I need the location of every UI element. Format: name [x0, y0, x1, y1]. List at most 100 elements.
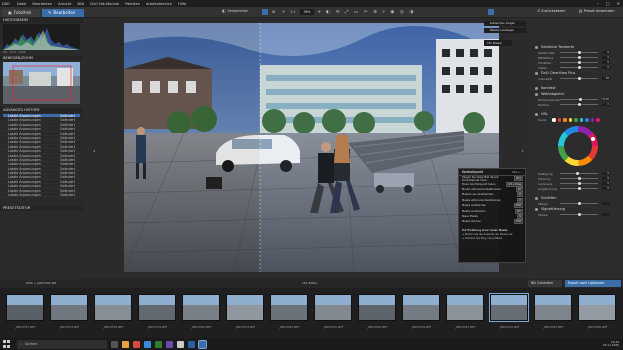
hsl-swatch[interactable] — [557, 118, 561, 122]
slider-track[interactable] — [560, 182, 598, 185]
clock[interactable]: 19:34 02.11.2020 — [603, 340, 619, 348]
slider-track[interactable] — [560, 61, 598, 64]
slider-track[interactable] — [560, 177, 598, 180]
slider-knob[interactable] — [577, 182, 581, 185]
slider-knob[interactable] — [577, 177, 581, 180]
browser-icon[interactable] — [144, 340, 151, 348]
mask-layers-toggle[interactable]: Masken anzeigen — [484, 28, 526, 33]
slider-track[interactable] — [560, 51, 598, 54]
film-thumbnail[interactable] — [314, 294, 352, 321]
film-thumbnail[interactable] — [270, 294, 308, 321]
hsl-swatch[interactable] — [568, 118, 572, 122]
split-view-icon[interactable] — [262, 9, 268, 15]
slider-value[interactable]: 0 — [602, 65, 610, 70]
slider-value[interactable]: 0 — [602, 102, 610, 107]
slider-knob[interactable] — [577, 213, 581, 216]
explorer-icon[interactable] — [122, 340, 129, 348]
slider-track[interactable] — [560, 77, 598, 80]
history-row[interactable]: Lokale Anpassungen Geändert — [3, 193, 80, 198]
mask-tool-icon[interactable] — [488, 9, 494, 15]
film-thumbnail[interactable] — [138, 294, 176, 321]
hsl-swatch[interactable] — [579, 118, 583, 122]
film-thumbnail[interactable] — [578, 294, 616, 321]
slider-knob[interactable] — [577, 66, 581, 69]
film-thumbnail[interactable] — [94, 294, 132, 321]
slider-value[interactable]: 0 — [602, 186, 610, 191]
slider-value[interactable]: 0 — [602, 60, 610, 65]
menu-item[interactable]: Arbeitsbereich — [146, 2, 172, 6]
slider-value[interactable]: 0 — [602, 55, 610, 60]
slider-track[interactable] — [560, 66, 598, 69]
compare-button[interactable]: ◧ Vergleichen — [222, 9, 248, 13]
hsl-swatch[interactable] — [590, 118, 594, 122]
slider-value[interactable]: 5150 — [602, 97, 610, 102]
film-thumbnail[interactable] — [534, 294, 572, 321]
hsl-swatch[interactable] — [596, 118, 600, 122]
nik-collection-button[interactable]: Nik Collection — [528, 280, 562, 287]
tab-bearbeiten[interactable]: ✎ Bearbeiten — [42, 8, 84, 17]
slider-track[interactable] — [560, 98, 598, 101]
app-icon[interactable] — [166, 340, 173, 348]
preset-button[interactable]: ▤ Preset anwenden — [579, 9, 615, 13]
collapse-right-icon[interactable]: ▸ — [522, 148, 524, 153]
close-icon[interactable]: ✕ — [617, 1, 620, 6]
slider-knob[interactable] — [577, 56, 581, 59]
slider-value[interactable]: 0 — [602, 176, 610, 181]
slider-track[interactable] — [560, 202, 598, 205]
slider-track[interactable] — [560, 103, 598, 106]
taskbar-search[interactable]: ⌕ Suchen — [17, 339, 107, 349]
dxo-icon[interactable] — [198, 339, 207, 349]
menu-item[interactable]: Datei — [17, 2, 27, 6]
slider-knob[interactable] — [577, 103, 581, 106]
film-thumbnail[interactable] — [6, 294, 44, 321]
slider-knob[interactable] — [577, 77, 581, 80]
app-icon[interactable] — [177, 340, 184, 348]
minimize-icon[interactable]: – — [597, 1, 599, 6]
slider-knob[interactable] — [575, 172, 579, 175]
slider-value[interactable]: 50 — [602, 76, 610, 81]
slider-value[interactable]: 0 — [602, 181, 610, 186]
hsl-swatch[interactable] — [585, 118, 589, 122]
app-icon[interactable] — [188, 340, 195, 348]
folder-path[interactable]: KWK > JUNCHUS N8 — [26, 281, 56, 285]
slider-value[interactable] — [602, 212, 610, 217]
film-thumbnail[interactable] — [226, 294, 264, 321]
slider-knob[interactable] — [577, 51, 581, 54]
slider-track[interactable] — [560, 213, 598, 216]
menu-item[interactable]: Hilfe — [178, 2, 186, 6]
hsl-color-wheel[interactable] — [530, 123, 623, 171]
slider-knob[interactable] — [577, 202, 581, 205]
menu-item[interactable]: Ansicht — [58, 2, 71, 6]
hsl-swatch[interactable] — [574, 118, 578, 122]
menu-item[interactable]: DxO Nik-Module — [90, 2, 119, 6]
export-lightroom-button[interactable]: Export nach Lightroom — [565, 280, 621, 287]
tab-fotothek[interactable]: ▣ Fotothek — [2, 8, 40, 17]
film-thumbnail[interactable] — [489, 293, 529, 322]
mask-mode-button[interactable]: Ctrl Maske — [484, 40, 512, 46]
film-thumbnail[interactable] — [358, 294, 396, 321]
app-icon[interactable] — [155, 340, 162, 348]
grid-icon[interactable]: ⊞ — [272, 9, 275, 14]
maximize-icon[interactable]: □ — [606, 1, 610, 6]
menu-item[interactable]: Bild — [77, 2, 84, 6]
film-thumbnail[interactable] — [50, 294, 88, 321]
slider-knob[interactable] — [577, 187, 581, 190]
menu-item[interactable]: Paletten — [125, 2, 140, 6]
task-view-icon[interactable] — [111, 340, 118, 348]
slider-track[interactable] — [560, 56, 598, 59]
film-thumbnail[interactable] — [182, 294, 220, 321]
add-icon[interactable]: + — [282, 9, 285, 14]
slider-track[interactable] — [560, 172, 598, 175]
show-selected-toggle[interactable]: Kollaschen zeigen — [484, 21, 526, 26]
tool-icons[interactable]: ⌖ ◐ ⟲ ⤢ ▭ ✂ ⊕ ⌕ ◉ ◎ ◑ — [318, 9, 415, 15]
start-icon[interactable] — [3, 340, 11, 348]
fit-label[interactable]: 1:1 — [290, 10, 295, 14]
photo-viewer[interactable] — [124, 23, 499, 272]
slider-value[interactable]: 0 — [602, 171, 610, 176]
navigator-preview[interactable] — [3, 62, 80, 104]
film-thumbnail[interactable] — [402, 294, 440, 321]
reset-button[interactable]: ↺ Zurücksetzen — [537, 9, 566, 13]
slider-knob[interactable] — [577, 61, 581, 64]
zoom-field[interactable]: 36% — [300, 9, 314, 15]
slider-knob[interactable] — [579, 98, 583, 101]
